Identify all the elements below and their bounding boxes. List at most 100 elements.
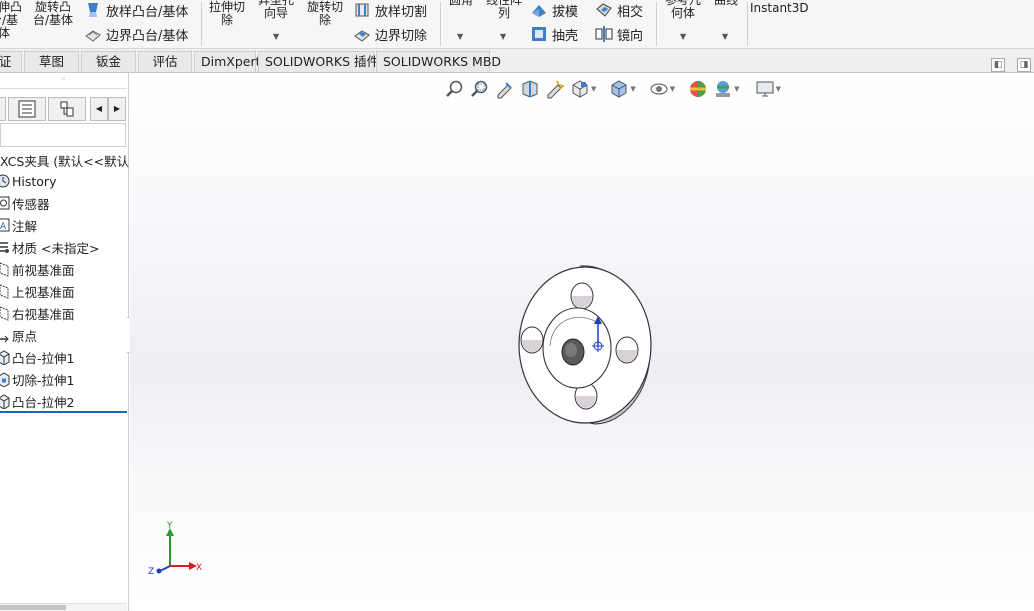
tree-item-boss-extrude2[interactable]: 凸台-拉伸2 [0, 391, 74, 411]
boundary-cut-button[interactable]: 边界切除 [353, 24, 427, 44]
property-list-icon [18, 100, 36, 118]
tree-item-material[interactable]: 材质 <未指定> [0, 237, 99, 257]
graphics-area[interactable]: ▼ ▼ ▼ ▼ ▼ Y Z X [130, 73, 1034, 611]
apply-scene-dropdown-icon[interactable]: ▼ [734, 85, 739, 93]
hide-show-items-icon[interactable] [649, 79, 669, 99]
heads-up-view-toolbar: ▼ ▼ ▼ ▼ ▼ [445, 78, 781, 100]
dynamic-annotation-icon[interactable] [545, 79, 565, 99]
part-model[interactable] [510, 258, 660, 428]
feature-manager-tab[interactable] [0, 97, 6, 121]
loft-boss-button[interactable]: 放样凸台/基体 [84, 0, 188, 20]
extrude-boss-button[interactable]: 拉伸凸 台/基体 [0, 1, 22, 40]
boundary-cut-label: 边界切除 [375, 28, 428, 44]
revolve-cut-button[interactable]: 旋转切 除 [302, 1, 348, 27]
panel-splitter[interactable]: ◦ [0, 73, 127, 89]
tree-item-cut-extrude1[interactable]: 切除-拉伸1 [0, 369, 74, 389]
hole-wizard-button[interactable]: 异型孔 向导 [253, 0, 299, 20]
fillet-dropdown-icon[interactable]: ▼ [457, 32, 463, 41]
ribbon-separator [440, 2, 441, 46]
tree-item-sensors[interactable]: 传感器 [0, 193, 50, 213]
panel-tab-scroll-right[interactable]: ▶ [108, 97, 126, 121]
tree-item-annotations[interactable]: A 注解 [0, 215, 37, 235]
view-orientation-icon[interactable] [570, 79, 590, 99]
panel-tabs: ◀ ▶ [0, 97, 126, 121]
rollback-bar[interactable] [0, 411, 127, 413]
tree-item-label: 传感器 [12, 196, 50, 212]
property-manager-tab[interactable] [8, 97, 46, 121]
shell-button[interactable]: 抽壳 [530, 24, 578, 44]
tree-item-label: 原点 [12, 328, 38, 344]
tab-evaluate[interactable]: 评估 [138, 51, 192, 72]
tab-scroll-left-icon[interactable]: ◧ [991, 58, 1005, 72]
curves-label: 曲线 [713, 0, 738, 7]
feature-manager-panel: ◦ ◀ ▶ XCS夹具 (默认<<默认 History 传感器 A 注解 材质 … [0, 73, 129, 611]
view-settings-dropdown-icon[interactable]: ▼ [776, 85, 781, 93]
reference-geometry-button[interactable]: 参考几 何体 [660, 0, 706, 20]
tree-item-label: 上视基准面 [12, 284, 75, 300]
configuration-manager-tab[interactable] [48, 97, 86, 121]
linear-pattern-button[interactable]: 线性阵 列 [481, 0, 527, 20]
instant3d-button[interactable]: Instant3D [750, 2, 809, 15]
tree-item-boss-extrude1[interactable]: 凸台-拉伸1 [0, 347, 74, 367]
mirror-label: 镜向 [617, 28, 644, 44]
linear-pattern-dropdown-icon[interactable]: ▼ [500, 32, 506, 41]
loft-cut-icon [355, 3, 369, 17]
extrude-cut-button[interactable]: 拉伸切 除 [205, 1, 249, 27]
apply-scene-icon[interactable] [713, 79, 733, 99]
tree-item-right-plane[interactable]: 右视基准面 [0, 303, 75, 323]
boundary-cut-icon [354, 30, 370, 42]
panel-horizontal-scrollbar[interactable] [0, 603, 127, 611]
edit-appearance-icon[interactable] [688, 79, 708, 99]
tab-sketch[interactable]: 草图 [24, 51, 79, 72]
curves-dropdown-icon[interactable]: ▼ [722, 32, 728, 41]
section-view-icon[interactable] [520, 79, 540, 99]
hole-wizard-dropdown-icon[interactable]: ▼ [273, 32, 279, 41]
view-settings-icon[interactable] [755, 79, 775, 99]
curves-button[interactable]: 曲线 [708, 0, 744, 7]
zoom-to-fit-icon[interactable] [445, 79, 465, 99]
extrude-boss-label: 拉伸凸 台/基体 [0, 0, 23, 40]
tab-sheet-metal[interactable]: 钣金 [81, 51, 136, 72]
tab-solidworks-mbd[interactable]: SOLIDWORKS MBD [376, 51, 501, 72]
draft-label: 拔模 [552, 4, 579, 20]
fillet-button[interactable]: 圆角 [444, 0, 478, 7]
ribbon-separator [656, 2, 657, 46]
fillet-label: 圆角 [448, 0, 473, 7]
feature-filter-input[interactable] [0, 123, 126, 147]
tree-item-label: 右视基准面 [12, 306, 75, 322]
hole-wizard-label: 异型孔 向导 [257, 0, 294, 20]
tree-item-top-plane[interactable]: 上视基准面 [0, 281, 75, 301]
zoom-to-area-icon[interactable] [470, 79, 490, 99]
display-style-icon[interactable] [609, 79, 629, 99]
hide-show-dropdown-icon[interactable]: ▼ [670, 85, 675, 93]
revolve-boss-button[interactable]: 旋转凸 台/基体 [30, 1, 76, 27]
tab-solidworks-addins[interactable]: SOLIDWORKS 插件 [258, 51, 379, 72]
shell-label: 抽壳 [552, 28, 579, 44]
plane-icon [0, 284, 9, 299]
tab-dimxpert[interactable]: DimXpert [194, 51, 261, 72]
draft-button[interactable]: 拔模 [530, 0, 578, 20]
boundary-boss-button[interactable]: 边界凸台/基体 [84, 24, 188, 44]
panel-tab-scroll-left[interactable]: ◀ [90, 97, 108, 121]
loft-cut-button[interactable]: 放样切割 [353, 0, 427, 20]
mirror-button[interactable]: 镜向 [595, 24, 643, 44]
loft-boss-label: 放样凸台/基体 [106, 4, 189, 20]
tree-item-label: 注解 [12, 218, 38, 234]
mirror-icon [595, 26, 613, 42]
intersect-button[interactable]: 相交 [595, 0, 643, 20]
linear-pattern-label: 线性阵 列 [485, 0, 522, 20]
tab-features[interactable]: 证 [0, 51, 22, 72]
tree-item-origin[interactable]: 原点 [0, 325, 37, 345]
display-style-dropdown-icon[interactable]: ▼ [630, 85, 635, 93]
previous-view-icon[interactable] [495, 79, 515, 99]
reference-geometry-dropdown-icon[interactable]: ▼ [680, 32, 686, 41]
command-manager-tabs: 证 草图 钣金 评估 DimXpert SOLIDWORKS 插件 SOLIDW… [0, 49, 1034, 73]
configuration-icon [60, 101, 74, 117]
view-orientation-dropdown-icon[interactable]: ▼ [591, 85, 596, 93]
tree-root-part[interactable]: XCS夹具 (默认<<默认 [0, 151, 129, 170]
tab-scroll-right-icon[interactable]: ◨ [1017, 58, 1031, 72]
ribbon-separator [747, 2, 748, 46]
scrollbar-thumb[interactable] [0, 605, 66, 610]
tree-item-front-plane[interactable]: 前视基准面 [0, 259, 75, 279]
tree-item-history[interactable]: History [0, 171, 56, 191]
